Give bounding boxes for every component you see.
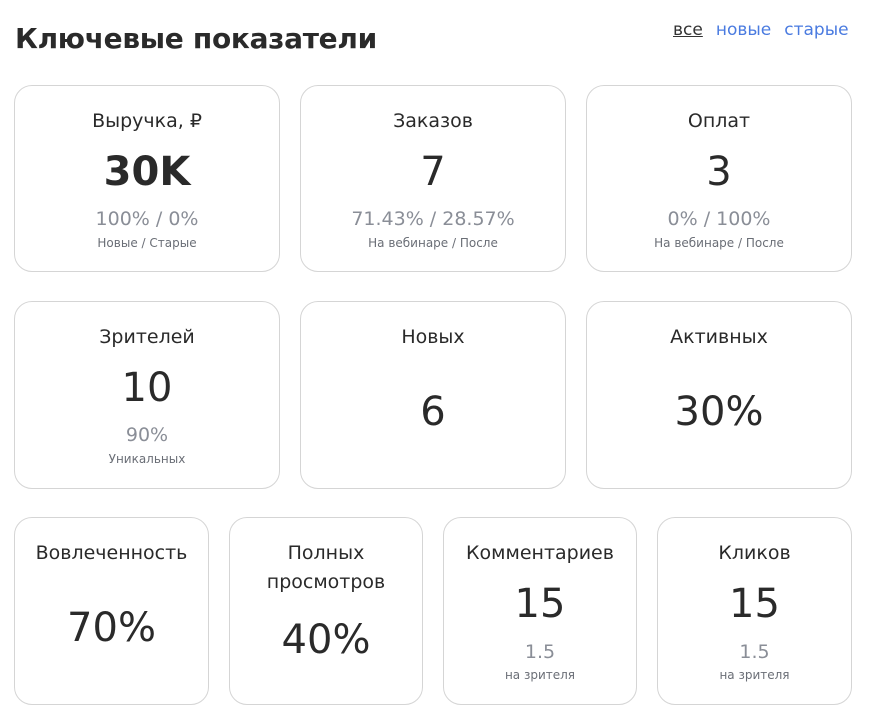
card-engagement: Вовлеченность 70% — [14, 517, 209, 705]
card-full-views: Полных просмотров 40% — [229, 517, 423, 705]
card-active: Активных 30% — [586, 301, 852, 489]
card-note: на зрителя — [504, 668, 576, 682]
card-label: Выручка, ₽ — [92, 110, 202, 132]
filter-new[interactable]: новые — [716, 20, 771, 40]
card-orders: Заказов 7 71.43% / 28.57% На вебинаре / … — [300, 85, 566, 272]
card-label: Заказов — [393, 110, 473, 132]
card-label: Кликов — [718, 542, 791, 564]
card-payments: Оплат 3 0% / 100% На вебинаре / После — [586, 85, 852, 272]
filter-old[interactable]: старые — [784, 20, 848, 40]
card-label: Зрителей — [99, 326, 195, 348]
card-sub: 0% / 100% — [667, 208, 771, 230]
card-revenue: Выручка, ₽ 30K 100% / 0% Новые / Старые — [14, 85, 280, 272]
card-value: 15 — [514, 581, 566, 627]
card-label: Новых — [401, 326, 465, 348]
card-sub: 100% / 0% — [95, 208, 199, 230]
card-viewers: Зрителей 10 90% Уникальных — [14, 301, 280, 489]
card-note: Новые / Старые — [97, 236, 197, 250]
card-value: 30K — [103, 149, 191, 195]
card-label: Активных — [670, 326, 768, 348]
card-label: Вовлеченность — [35, 542, 188, 564]
card-sub: 1.5 — [524, 641, 556, 663]
card-value: 7 — [420, 149, 446, 195]
card-sub: 71.43% / 28.57% — [351, 208, 515, 230]
card-value: 70% — [67, 605, 156, 651]
card-value: 10 — [121, 365, 173, 411]
filter-all[interactable]: все — [673, 20, 703, 40]
card-comments: Комментариев 15 1.5 на зрителя — [443, 517, 637, 705]
card-note: На вебинаре / После — [654, 236, 784, 250]
card-value: 6 — [420, 389, 446, 435]
card-note: Уникальных — [108, 452, 186, 466]
card-label: Комментариев — [466, 542, 614, 564]
card-sub: 90% — [125, 424, 169, 446]
filter-tabs: все новые старые — [673, 20, 849, 40]
card-note: На вебинаре / После — [368, 236, 498, 250]
card-clicks: Кликов 15 1.5 на зрителя — [657, 517, 852, 705]
card-new: Новых 6 — [300, 301, 566, 489]
card-note: на зрителя — [719, 668, 790, 682]
card-label-line1: Полных — [287, 542, 365, 564]
card-value: 30% — [674, 389, 764, 435]
page-title: Ключевые показатели — [15, 22, 377, 55]
card-value: 3 — [706, 149, 732, 195]
card-value: 40% — [281, 617, 371, 663]
card-value: 15 — [729, 581, 780, 627]
card-label: Оплат — [687, 110, 751, 132]
card-sub: 1.5 — [739, 641, 770, 663]
card-label-line2: просмотров — [266, 571, 386, 593]
